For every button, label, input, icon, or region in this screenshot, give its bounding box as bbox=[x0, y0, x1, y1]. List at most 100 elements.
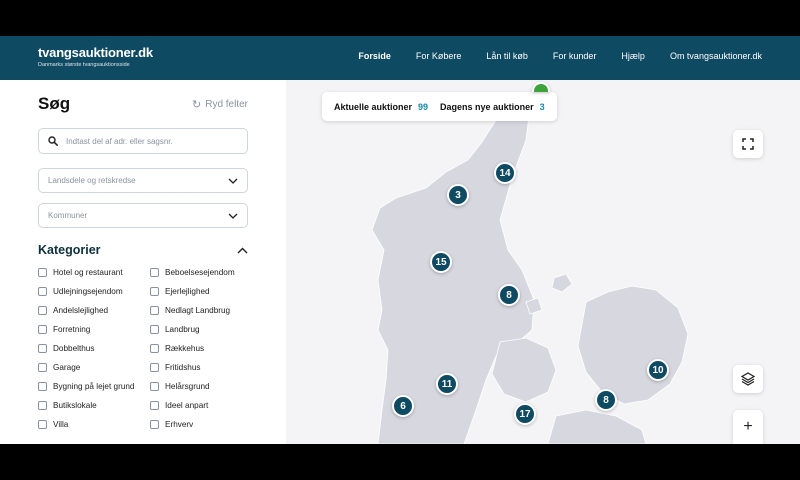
checkbox[interactable] bbox=[38, 363, 47, 372]
category-label: Ejerlejlighed bbox=[165, 287, 210, 296]
category-fritidshus[interactable]: Fritidshus bbox=[150, 362, 248, 373]
fullscreen-icon bbox=[742, 138, 754, 150]
category-label: Andelslejlighed bbox=[53, 306, 109, 315]
map-cluster-marker[interactable]: 14 bbox=[494, 162, 516, 184]
checkbox[interactable] bbox=[38, 344, 47, 353]
search-sidebar: Søg ↻ Ryd felter Landsdele og retskredse… bbox=[0, 80, 286, 444]
nav-om[interactable]: Om tvangsauktioner.dk bbox=[670, 51, 762, 61]
map-cluster-marker[interactable]: 17 bbox=[514, 403, 536, 425]
checkbox[interactable] bbox=[38, 268, 47, 277]
brand-tagline: Danmarks største tvangsauktionsside bbox=[38, 62, 130, 68]
category-label: Hotel og restaurant bbox=[53, 268, 123, 277]
nav-for-kobere[interactable]: For Købere bbox=[416, 51, 462, 61]
lolland-region bbox=[547, 409, 647, 444]
checkbox[interactable] bbox=[150, 325, 159, 334]
category-forretning[interactable]: Forretning bbox=[38, 324, 150, 335]
category-bygning-paa-lejet-grund[interactable]: Bygning på lejet grund bbox=[38, 381, 150, 392]
map-cluster-marker[interactable]: 3 bbox=[447, 184, 469, 206]
category-checkbox-list: Hotel og restaurant Beboelsesejendom Udl… bbox=[38, 267, 248, 430]
category-villa[interactable]: Villa bbox=[38, 419, 150, 430]
region-select[interactable]: Landsdele og retskredse bbox=[38, 168, 248, 193]
checkbox[interactable] bbox=[150, 401, 159, 410]
page-frame: tvangsauktioner.dk Danmarks største tvan… bbox=[0, 36, 800, 444]
category-label: Bygning på lejet grund bbox=[53, 382, 135, 391]
map-cluster-marker[interactable]: 6 bbox=[392, 395, 414, 417]
category-label: Butikslokale bbox=[53, 401, 97, 410]
checkbox[interactable] bbox=[38, 287, 47, 296]
checkbox[interactable] bbox=[150, 363, 159, 372]
checkbox[interactable] bbox=[150, 306, 159, 315]
chevron-down-icon bbox=[228, 178, 238, 184]
refresh-icon: ↻ bbox=[192, 99, 202, 111]
checkbox[interactable] bbox=[38, 401, 47, 410]
municipality-select[interactable]: Kommuner bbox=[38, 203, 248, 228]
category-hotel[interactable]: Hotel og restaurant bbox=[38, 267, 150, 278]
current-auctions-count: 99 bbox=[418, 101, 429, 112]
category-udlejningsejendom[interactable]: Udlejningsejendom bbox=[38, 286, 150, 297]
category-label: Nedlagt Landbrug bbox=[165, 306, 231, 315]
denmark-map[interactable] bbox=[286, 80, 800, 444]
checkbox[interactable] bbox=[150, 287, 159, 296]
checkbox[interactable] bbox=[150, 382, 159, 391]
category-ideel-anpart[interactable]: Ideel anpart bbox=[150, 400, 248, 411]
chevron-up-icon[interactable] bbox=[237, 247, 248, 254]
layers-icon bbox=[741, 372, 755, 386]
island-region bbox=[551, 273, 573, 293]
category-landbrug[interactable]: Landbrug bbox=[150, 324, 248, 335]
search-icon bbox=[48, 136, 58, 146]
map-cluster-marker[interactable]: 11 bbox=[436, 373, 458, 395]
category-ejerlejlighed[interactable]: Ejerlejlighed bbox=[150, 286, 248, 297]
category-butikslokale[interactable]: Butikslokale bbox=[38, 400, 150, 411]
zealand-region bbox=[577, 285, 689, 405]
nav-lan-til-kob[interactable]: Lån til køb bbox=[486, 51, 528, 61]
auction-stats-panel: Aktuelle auktioner 99 Dagens nye auktion… bbox=[322, 92, 557, 121]
category-dobbelthus[interactable]: Dobbelthus bbox=[38, 343, 150, 354]
category-label: Landbrug bbox=[165, 325, 200, 334]
map-cluster-marker[interactable]: 8 bbox=[595, 389, 617, 411]
nav-forside[interactable]: Forside bbox=[358, 51, 391, 61]
map-cluster-marker[interactable]: 8 bbox=[498, 284, 520, 306]
categories-header[interactable]: Kategorier bbox=[38, 243, 248, 257]
funen-region bbox=[491, 337, 557, 403]
checkbox[interactable] bbox=[38, 420, 47, 429]
fullscreen-button[interactable] bbox=[733, 130, 763, 158]
reset-fields-button[interactable]: ↻ Ryd felter bbox=[192, 98, 248, 111]
category-label: Udlejningsejendom bbox=[53, 287, 123, 296]
category-beboelsesejendom[interactable]: Beboelsesejendom bbox=[150, 267, 248, 278]
category-erhverv[interactable]: Erhverv bbox=[150, 419, 248, 430]
auction-map[interactable]: Aktuelle auktioner 99 Dagens nye auktion… bbox=[286, 80, 800, 444]
checkbox[interactable] bbox=[38, 325, 47, 334]
categories-title: Kategorier bbox=[38, 243, 101, 257]
category-andelslejlighed[interactable]: Andelslejlighed bbox=[38, 305, 150, 316]
today-new-auctions-count: 3 bbox=[539, 101, 545, 112]
checkbox[interactable] bbox=[150, 268, 159, 277]
category-label: Helårsgrund bbox=[165, 382, 210, 391]
category-helaarsgrund[interactable]: Helårsgrund bbox=[150, 381, 248, 392]
search-field[interactable] bbox=[38, 128, 248, 154]
category-label: Fritidshus bbox=[165, 363, 201, 372]
checkbox[interactable] bbox=[38, 382, 47, 391]
zoom-in-button[interactable]: + bbox=[733, 410, 763, 444]
category-raekkehus[interactable]: Rækkehus bbox=[150, 343, 248, 354]
brand-name: tvangsauktioner.dk bbox=[38, 45, 153, 60]
search-input[interactable] bbox=[66, 136, 236, 146]
checkbox[interactable] bbox=[150, 344, 159, 353]
chevron-down-icon bbox=[228, 213, 238, 219]
region-select-value: Landsdele og retskredse bbox=[48, 176, 136, 185]
zoom-in-label: + bbox=[743, 418, 753, 435]
map-cluster-marker[interactable]: 10 bbox=[647, 359, 669, 381]
municipality-select-value: Kommuner bbox=[48, 211, 88, 220]
map-cluster-marker[interactable]: 15 bbox=[430, 251, 452, 273]
category-nedlagt-landbrug[interactable]: Nedlagt Landbrug bbox=[150, 305, 248, 316]
brand-logo[interactable]: tvangsauktioner.dk Danmarks største tvan… bbox=[38, 45, 153, 68]
layers-button[interactable] bbox=[733, 365, 763, 393]
category-garage[interactable]: Garage bbox=[38, 362, 150, 373]
category-label: Garage bbox=[53, 363, 81, 372]
nav-hjaelp[interactable]: Hjælp bbox=[621, 51, 645, 61]
checkbox[interactable] bbox=[38, 306, 47, 315]
nav-for-kunder[interactable]: For kunder bbox=[553, 51, 597, 61]
main-nav: Forside For Købere Lån til køb For kunde… bbox=[333, 51, 762, 61]
checkbox[interactable] bbox=[150, 420, 159, 429]
today-new-auctions-label: Dagens nye auktioner bbox=[440, 101, 534, 112]
category-label: Dobbelthus bbox=[53, 344, 95, 353]
